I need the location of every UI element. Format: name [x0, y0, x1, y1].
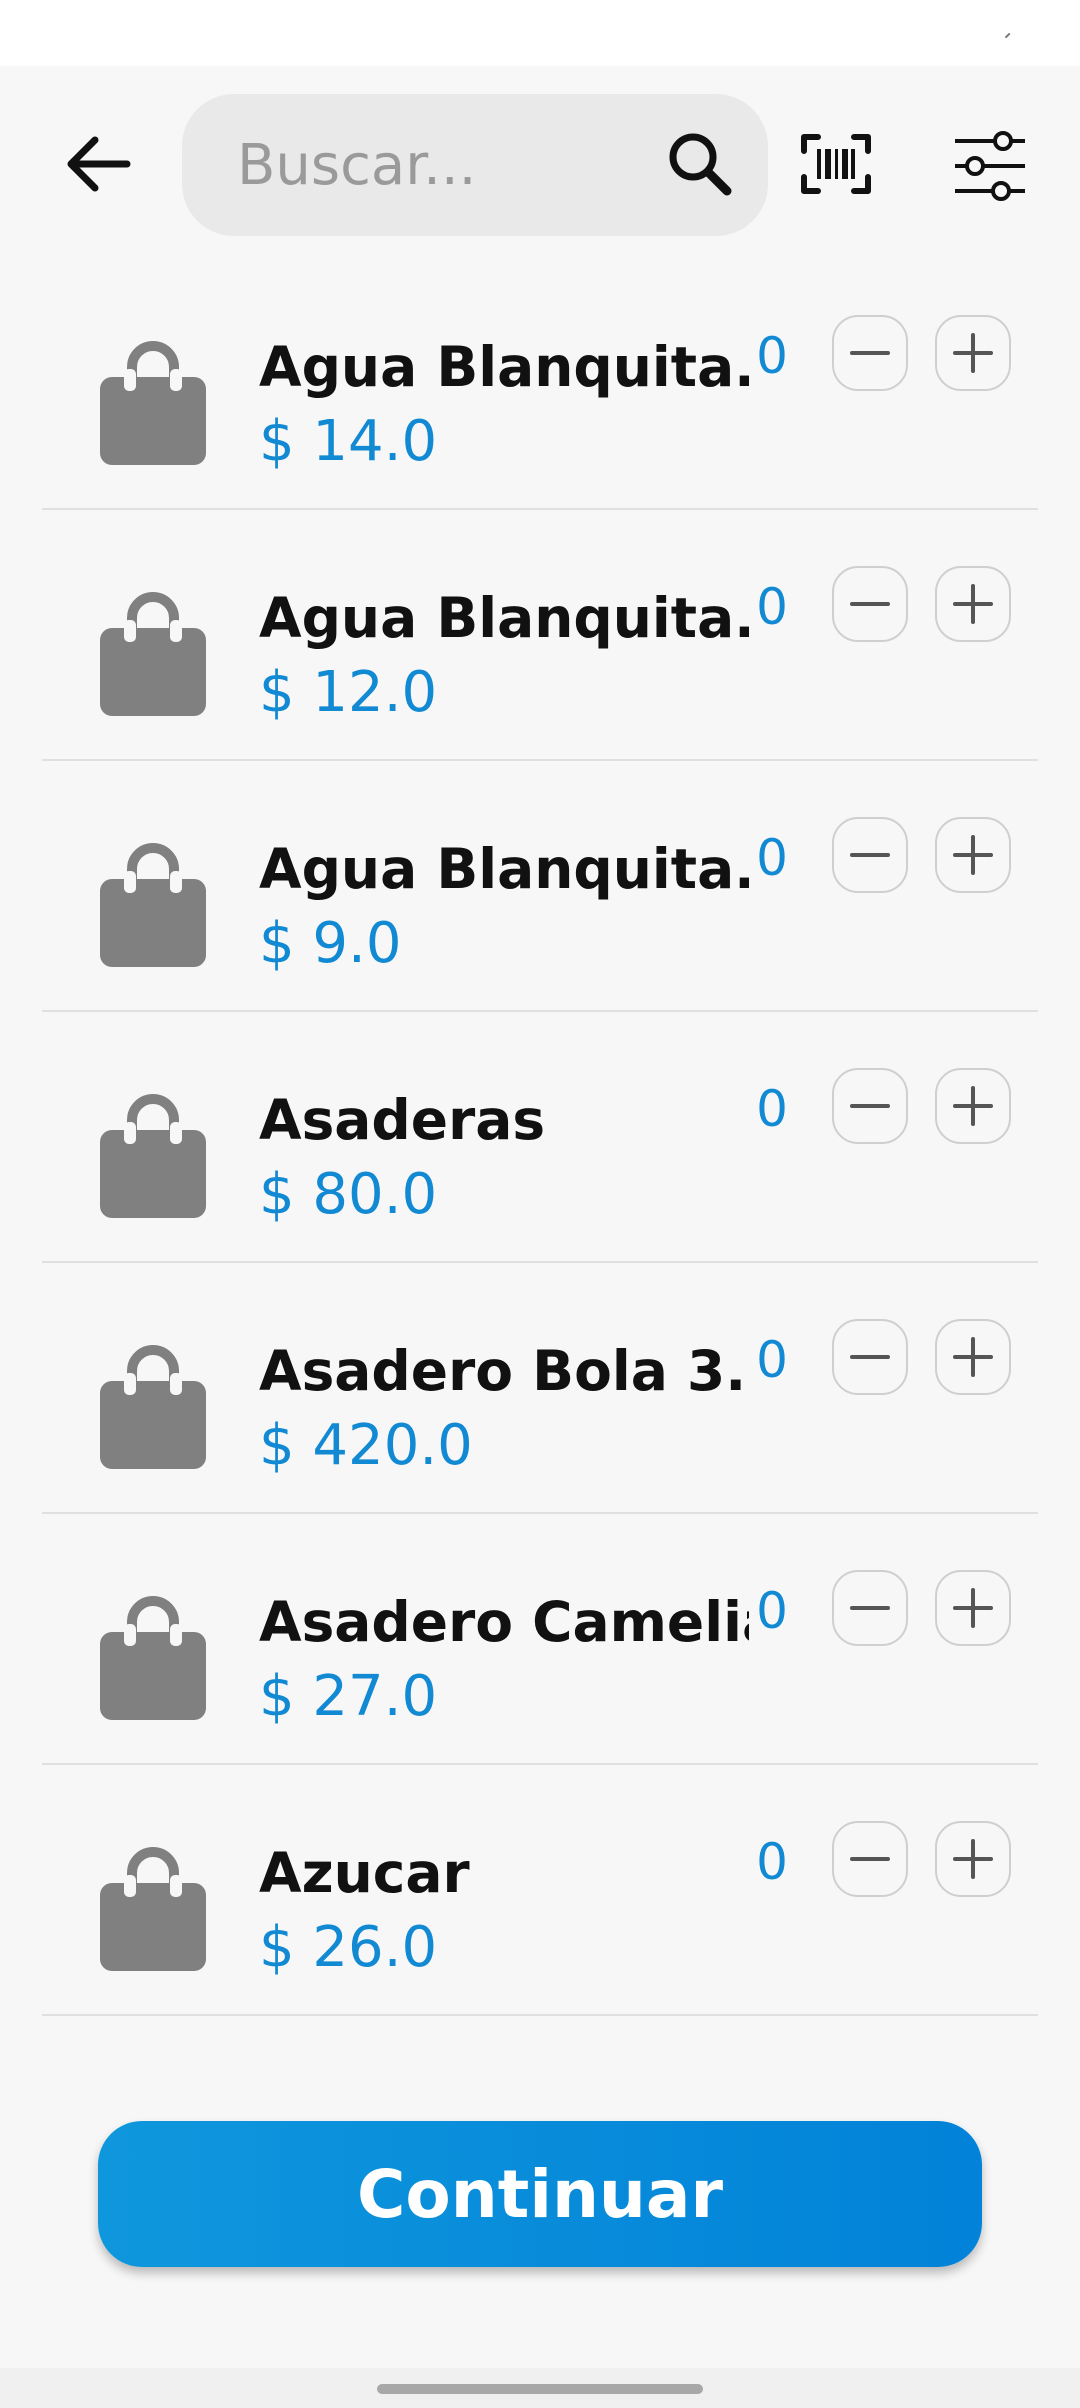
quantity-value: 0: [756, 1582, 788, 1640]
quantity-value: 0: [756, 1833, 788, 1891]
plus-icon: [953, 1839, 993, 1879]
product-row[interactable]: Agua Blanquita... $ 9.0 0: [42, 761, 1038, 1012]
product-row[interactable]: Asadero Camelia $ 27.0 0: [42, 1514, 1038, 1765]
barcode-scan-button[interactable]: [796, 124, 876, 204]
product-name: Agua Blanquita...: [259, 837, 749, 901]
sliders-icon: [955, 131, 1025, 201]
search-icon: [669, 133, 732, 196]
plus-icon: [953, 1588, 993, 1628]
minus-icon: [850, 1857, 890, 1861]
filter-button[interactable]: [948, 124, 1032, 208]
product-name: Azucar: [259, 1841, 470, 1905]
product-row[interactable]: Asaderas $ 80.0 0: [42, 1012, 1038, 1263]
quantity-value: 0: [756, 327, 788, 385]
minus-icon: [850, 1104, 890, 1108]
decrease-button[interactable]: [832, 1570, 908, 1646]
quantity-value: 0: [756, 1331, 788, 1389]
increase-button[interactable]: [935, 1821, 1011, 1897]
quantity-value: 0: [756, 1080, 788, 1138]
product-price: $ 14.0: [259, 409, 438, 474]
minus-icon: [850, 1606, 890, 1610]
increase-button[interactable]: [935, 1570, 1011, 1646]
minus-icon: [850, 853, 890, 857]
shopping-bag-icon: [100, 341, 206, 465]
product-row[interactable]: Agua Blanquita... $ 12.0 0: [42, 510, 1038, 761]
shopping-bag-icon: [100, 592, 206, 716]
plus-icon: [953, 1337, 993, 1377]
product-price: $ 27.0: [259, 1664, 438, 1729]
home-indicator[interactable]: [377, 2384, 703, 2394]
top-bar: [0, 66, 1080, 272]
decrease-button[interactable]: [832, 315, 908, 391]
product-price: $ 9.0: [259, 911, 402, 976]
product-price: $ 26.0: [259, 1915, 438, 1980]
decrease-button[interactable]: [832, 1319, 908, 1395]
shopping-bag-icon: [100, 1094, 206, 1218]
plus-icon: [953, 835, 993, 875]
plus-icon: [953, 333, 993, 373]
increase-button[interactable]: [935, 1068, 1011, 1144]
search-button[interactable]: [660, 124, 740, 204]
minus-icon: [850, 1355, 890, 1359]
status-indicator: [1004, 32, 1014, 42]
decrease-button[interactable]: [832, 566, 908, 642]
product-name: Asadero Bola 3...: [259, 1339, 749, 1403]
barcode-scan-icon: [801, 134, 871, 194]
plus-icon: [953, 1086, 993, 1126]
product-price: $ 12.0: [259, 660, 438, 725]
decrease-button[interactable]: [832, 1068, 908, 1144]
back-button[interactable]: [58, 124, 138, 204]
navigation-bar: [0, 2368, 1080, 2408]
product-row[interactable]: Agua Blanquita... $ 14.0 0: [42, 259, 1038, 510]
shopping-bag-icon: [100, 1847, 206, 1971]
shopping-bag-icon: [100, 1345, 206, 1469]
shopping-bag-icon: [100, 1596, 206, 1720]
increase-button[interactable]: [935, 566, 1011, 642]
product-name: Agua Blanquita...: [259, 586, 749, 650]
shopping-bag-icon: [100, 843, 206, 967]
minus-icon: [850, 351, 890, 355]
product-name: Agua Blanquita...: [259, 335, 749, 399]
product-list: Agua Blanquita... $ 14.0 0 Agua Blanquit…: [0, 259, 1080, 2016]
product-row[interactable]: Azucar $ 26.0 0: [42, 1765, 1038, 2016]
decrease-button[interactable]: [832, 1821, 908, 1897]
decrease-button[interactable]: [832, 817, 908, 893]
search-input[interactable]: [237, 94, 667, 236]
product-row[interactable]: Asadero Bola 3... $ 420.0 0: [42, 1263, 1038, 1514]
quantity-value: 0: [756, 829, 788, 887]
increase-button[interactable]: [935, 1319, 1011, 1395]
plus-icon: [953, 584, 993, 624]
quantity-value: 0: [756, 578, 788, 636]
increase-button[interactable]: [935, 315, 1011, 391]
continue-button[interactable]: Continuar: [98, 2121, 982, 2267]
increase-button[interactable]: [935, 817, 1011, 893]
product-price: $ 80.0: [259, 1162, 438, 1227]
product-price: $ 420.0: [259, 1413, 473, 1478]
product-name: Asaderas: [259, 1088, 546, 1152]
minus-icon: [850, 602, 890, 606]
search-box: [182, 94, 768, 236]
status-bar: [0, 0, 1080, 66]
product-name: Asadero Camelia: [259, 1590, 749, 1654]
arrow-left-icon: [67, 136, 131, 192]
